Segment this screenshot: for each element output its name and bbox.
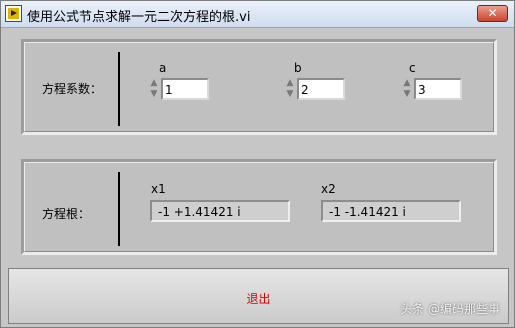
root-x1-label: x1 [151,182,166,196]
coef-a-control: ▲ ▼ 1 [148,78,212,100]
coef-a-label: a [159,61,167,75]
coef-b-spinner[interactable]: ▲ ▼ [284,78,296,100]
down-arrow-icon[interactable]: ▼ [148,89,160,100]
roots-divider [118,172,120,246]
root-x1-display: -1 +1.41421 i [150,200,290,222]
coef-c-control: ▲ ▼ 3 [401,78,465,100]
coefficients-divider [118,52,120,126]
coef-c-label: c [409,61,416,75]
coef-b-control: ▲ ▼ 2 [284,78,348,100]
up-arrow-icon[interactable]: ▲ [148,78,160,89]
vi-window: 使用公式节点求解一元二次方程的根.vi ✕ 方程系数： a ▲ ▼ 1 b ▲ … [0,0,515,328]
coef-a-input[interactable]: 1 [161,78,209,100]
up-arrow-icon[interactable]: ▲ [284,78,296,89]
coefficients-label: 方程系数： [42,82,103,96]
labview-vi-icon [5,5,22,22]
exit-button[interactable]: 退出 头条 @编码那些事 [8,268,509,324]
window-title: 使用公式节点求解一元二次方程的根.vi [27,10,251,25]
title-bar[interactable]: 使用公式节点求解一元二次方程的根.vi ✕ [1,1,514,28]
close-icon: ✕ [487,6,498,20]
coefficients-panel: 方程系数： a ▲ ▼ 1 b ▲ ▼ 2 c ▲ ▼ 3 [21,39,497,135]
watermark: 头条 @编码那些事 [400,302,500,316]
coef-c-spinner[interactable]: ▲ ▼ [401,78,413,100]
down-arrow-icon[interactable]: ▼ [401,89,413,100]
root-x2-display: -1 -1.41421 i [321,200,461,222]
roots-label: 方程根： [42,207,91,221]
down-arrow-icon[interactable]: ▼ [284,89,296,100]
coef-b-label: b [294,61,302,75]
roots-panel: 方程根： x1 -1 +1.41421 i x2 -1 -1.41421 i [21,159,497,255]
root-x2-label: x2 [321,182,336,196]
coef-a-spinner[interactable]: ▲ ▼ [148,78,160,100]
coef-b-input[interactable]: 2 [297,78,345,100]
close-button[interactable]: ✕ [477,5,508,22]
up-arrow-icon[interactable]: ▲ [401,78,413,89]
coef-c-input[interactable]: 3 [414,78,462,100]
